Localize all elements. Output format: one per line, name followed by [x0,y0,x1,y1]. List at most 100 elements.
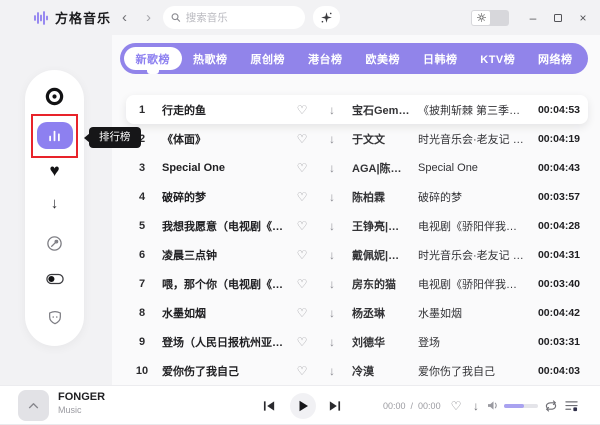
tab-新歌榜[interactable]: 新歌榜 [124,47,182,70]
song-artist[interactable]: 宝石Gem|李... [352,102,410,118]
song-row[interactable]: 8 水墨如烟 ♡ ↓ 杨丞琳 水墨如烟 00:04:42 [126,298,588,327]
like-icon[interactable]: ♡ [294,364,310,378]
song-row[interactable]: 10 爱你伤了我自己 ♡ ↓ 冷漠 爱你伤了我自己 00:04:03 [126,356,588,385]
like-icon[interactable]: ♡ [294,335,310,349]
repeat-button[interactable] [543,386,559,425]
tab-label: 欧美榜 [366,51,401,67]
song-album[interactable]: 爱你伤了我自己 [418,363,526,379]
like-icon[interactable]: ♡ [294,132,310,146]
search-input[interactable] [186,12,297,24]
download-cell-icon[interactable]: ↓ [324,190,340,204]
sidebar-item-settings[interactable] [25,309,84,325]
like-icon[interactable]: ♡ [294,161,310,175]
player-like-button[interactable]: ♡ [448,386,464,425]
song-artist[interactable]: 刘德华 [352,334,410,350]
sidebar-item-ranking[interactable] [37,122,73,149]
song-title[interactable]: 凌晨三点钟 [162,247,288,263]
song-album[interactable]: 时光音乐会·老友记 第2期 [418,247,526,263]
maximize-button[interactable] [549,7,567,29]
nav-forward-button[interactable]: › [146,0,151,35]
song-album[interactable]: 电视剧《骄阳伴我》影视原声大碟 [418,218,526,234]
tab-网络榜[interactable]: 网络榜 [527,47,585,70]
tab-热歌榜[interactable]: 热歌榜 [182,47,240,70]
song-title[interactable]: 《体面》 [162,131,288,147]
song-row[interactable]: 1 行走的鱼 ♡ ↓ 宝石Gem|李... 《披荆斩棘 第三季》第4期 00:0… [126,95,588,124]
sidebar-item-music[interactable] [25,87,84,106]
sidebar-item-recent[interactable] [25,235,84,252]
like-icon[interactable]: ♡ [294,219,310,233]
sidebar-item-favorites[interactable]: ♥ [25,162,84,179]
tab-日韩榜[interactable]: 日韩榜 [412,47,470,70]
song-album[interactable]: 《披荆斩棘 第三季》第4期 [418,102,526,118]
like-icon[interactable]: ♡ [294,103,310,117]
volume-button[interactable] [486,386,500,425]
song-title[interactable]: 爱你伤了我自己 [162,363,288,379]
heart-icon: ♥ [49,162,59,179]
song-row[interactable]: 6 凌晨三点钟 ♡ ↓ 戴佩妮|张智成 时光音乐会·老友记 第2期 00:04:… [126,240,588,269]
sparkle-button[interactable] [313,6,340,29]
song-artist[interactable]: 王铮亮|林凡 [352,218,410,234]
tab-港台榜[interactable]: 港台榜 [297,47,355,70]
player-download-button[interactable]: ↓ [468,386,484,425]
song-album[interactable]: 破碎的梦 [418,189,526,205]
song-row[interactable]: 2 《体面》 ♡ ↓ 于文文 时光音乐会·老友记 第1期 00:04:19 [126,124,588,153]
download-cell-icon[interactable]: ↓ [324,364,340,378]
chevron-up-icon [28,402,39,409]
song-artist[interactable]: 杨丞琳 [352,305,410,321]
volume-slider[interactable] [504,404,538,408]
song-artist[interactable]: 戴佩妮|张智成 [352,247,410,263]
sidebar-item-mode[interactable] [25,273,84,285]
download-cell-icon[interactable]: ↓ [324,219,340,233]
song-artist[interactable]: 冷漠 [352,363,410,379]
song-title[interactable]: 登场（人民日报杭州亚运助威曲） [162,334,288,350]
song-album[interactable]: 电视剧《骄阳伴我》影视原声大碟 [418,276,526,292]
song-album[interactable]: 水墨如烟 [418,305,526,321]
song-artist[interactable]: 于文文 [352,131,410,147]
song-artist[interactable]: 陈柏霖 [352,189,410,205]
song-row[interactable]: 7 喂，那个你（电视剧《骄阳伴我》... ♡ ↓ 房东的猫 电视剧《骄阳伴我》影… [126,269,588,298]
album-thumbnail[interactable] [18,390,49,421]
song-rank: 6 [130,249,154,261]
tab-原创榜[interactable]: 原创榜 [239,47,297,70]
minimize-button[interactable]: – [524,7,542,29]
playlist-icon [565,400,578,412]
song-row[interactable]: 3 Special One ♡ ↓ AGA|陈奕迅 Special One 00… [126,153,588,182]
download-cell-icon[interactable]: ↓ [324,335,340,349]
like-icon[interactable]: ♡ [294,306,310,320]
close-button[interactable]: × [574,7,592,29]
song-duration: 00:04:28 [526,220,580,232]
nav-back-button[interactable]: ‹ [122,0,127,35]
download-cell-icon[interactable]: ↓ [324,277,340,291]
download-cell-icon[interactable]: ↓ [324,161,340,175]
theme-toggle[interactable] [471,10,509,26]
download-cell-icon[interactable]: ↓ [324,248,340,262]
sidebar-item-downloads[interactable]: ↓ [25,196,84,211]
download-cell-icon[interactable]: ↓ [324,103,340,117]
like-icon[interactable]: ♡ [294,277,310,291]
like-icon[interactable]: ♡ [294,248,310,262]
search-box[interactable] [163,6,305,29]
play-button[interactable] [290,393,316,419]
tab-欧美榜[interactable]: 欧美榜 [354,47,412,70]
song-title[interactable]: Special One [162,162,288,174]
song-row[interactable]: 4 破碎的梦 ♡ ↓ 陈柏霖 破碎的梦 00:03:57 [126,182,588,211]
next-button[interactable] [325,386,343,425]
song-album[interactable]: Special One [418,162,526,174]
download-cell-icon[interactable]: ↓ [324,306,340,320]
tab-KTV榜[interactable]: KTV榜 [469,47,527,70]
song-album[interactable]: 时光音乐会·老友记 第1期 [418,131,526,147]
song-title[interactable]: 我想我愿意（电视剧《骄阳伴我》... [162,218,288,234]
song-artist[interactable]: 房东的猫 [352,276,410,292]
song-artist[interactable]: AGA|陈奕迅 [352,160,410,176]
song-title[interactable]: 喂，那个你（电视剧《骄阳伴我》... [162,276,288,292]
song-row[interactable]: 9 登场（人民日报杭州亚运助威曲） ♡ ↓ 刘德华 登场 00:03:31 [126,327,588,356]
song-title[interactable]: 破碎的梦 [162,189,288,205]
song-row[interactable]: 5 我想我愿意（电视剧《骄阳伴我》... ♡ ↓ 王铮亮|林凡 电视剧《骄阳伴我… [126,211,588,240]
download-cell-icon[interactable]: ↓ [324,132,340,146]
like-icon[interactable]: ♡ [294,190,310,204]
song-title[interactable]: 水墨如烟 [162,305,288,321]
playlist-button[interactable] [563,386,579,425]
song-album[interactable]: 登场 [418,334,526,350]
previous-button[interactable] [260,386,278,425]
song-title[interactable]: 行走的鱼 [162,102,288,118]
